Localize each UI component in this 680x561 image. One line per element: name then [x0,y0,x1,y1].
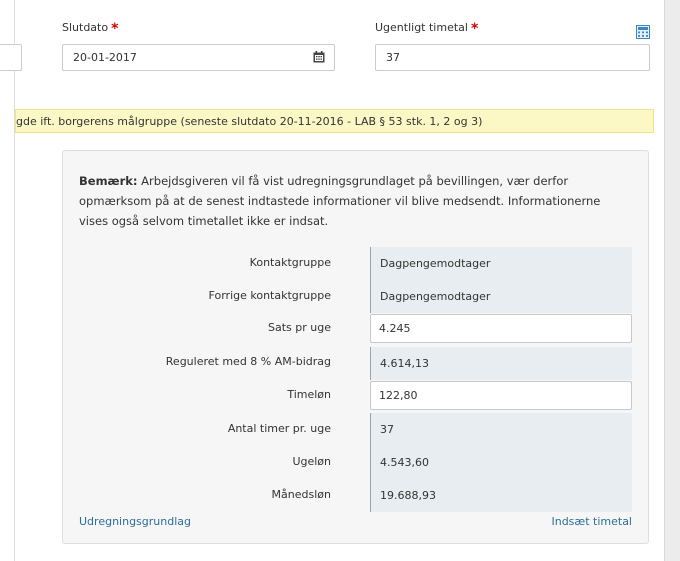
scrollbar-track[interactable] [664,0,680,561]
label-hours-per-week: Antal timer pr. uge [227,422,331,435]
note-text: Bemærk: Arbejdsgiveren vil få vist udreg… [79,171,619,231]
hourly-wage-input[interactable]: 122,80 [370,381,632,410]
label-previous-contact-group: Forrige kontaktgruppe [208,289,331,302]
value-monthly-wage-text: 19.688,93 [380,489,436,502]
value-contact-group: Dagpengemodtager [370,247,632,280]
label-rate-per-week: Sats pr uge [268,321,331,334]
required-marker: * [111,21,119,37]
calculation-basis-link[interactable]: Udregningsgrundlag [79,515,191,528]
rate-per-week-value: 4.245 [379,322,411,335]
label-hourly-wage: Timeløn [287,388,331,401]
end-date-value: 20-01-2017 [73,51,137,64]
weekly-hours-input[interactable]: 37 [375,44,650,71]
previous-field-input[interactable] [0,44,22,71]
end-date-label-text: Slutdato [62,21,109,34]
left-divider [14,0,15,561]
label-contact-group: Kontaktgruppe [249,256,331,269]
label-adjusted-am: Reguleret med 8 % AM-bidrag [165,355,331,368]
value-contact-group-text: Dagpengemodtager [380,257,491,270]
weekly-hours-value: 37 [386,51,400,64]
rate-per-week-input[interactable]: 4.245 [370,314,632,343]
weekly-hours-label: Ugentligt timetal * [375,21,479,37]
hourly-wage-value: 122,80 [379,389,418,402]
calculator-icon[interactable] [636,25,650,39]
warning-banner: gde ift. borgerens målgruppe (seneste sl… [15,109,654,133]
value-previous-contact-group: Dagpengemodtager [370,280,632,313]
weekly-hours-label-text: Ugentligt timetal [375,21,468,34]
value-previous-contact-group-text: Dagpengemodtager [380,290,491,303]
required-marker: * [470,21,479,37]
end-date-input[interactable]: 20-01-2017 [62,44,335,71]
note-body: Arbejdsgiveren vil få vist udregningsgru… [79,174,601,228]
left-panel-edge [0,0,14,561]
value-weekly-wage-text: 4.543,60 [380,456,429,469]
insert-hours-link[interactable]: Indsæt timetal [551,515,632,528]
calculation-panel: Bemærk: Arbejdsgiveren vil få vist udreg… [62,150,649,544]
value-hours-per-week-text: 37 [380,423,394,436]
value-adjusted-am-text: 4.614,13 [380,357,429,370]
value-adjusted-am: 4.614,13 [370,347,632,380]
label-weekly-wage: Ugeløn [292,455,331,468]
value-weekly-wage: 4.543,60 [370,446,632,479]
label-monthly-wage: Månedsløn [271,488,331,501]
calendar-icon[interactable] [313,51,325,63]
note-bold: Bemærk: [79,174,138,188]
value-hours-per-week: 37 [370,413,632,446]
warning-text: gde ift. borgerens målgruppe (seneste sl… [16,115,483,128]
value-monthly-wage: 19.688,93 [370,479,632,512]
end-date-label: Slutdato * [62,21,119,37]
